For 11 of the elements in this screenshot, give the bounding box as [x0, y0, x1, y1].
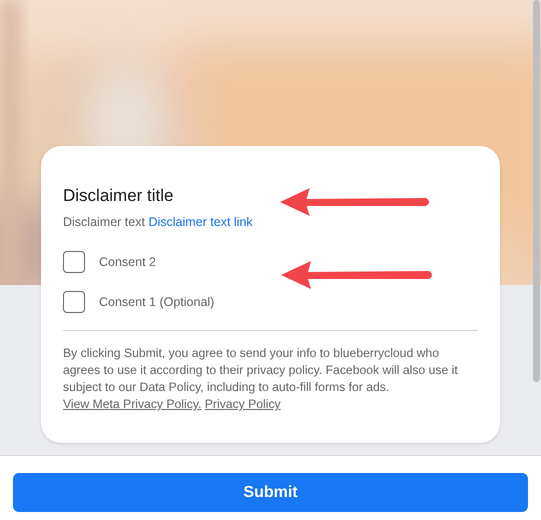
disclaimer-title: Disclaimer title — [63, 186, 174, 206]
submit-button[interactable]: Submit — [13, 473, 528, 512]
consent-checkbox[interactable] — [63, 251, 85, 273]
consent-label: Consent 1 (Optional) — [99, 294, 214, 311]
disclaimer-text: Disclaimer text Disclaimer text link — [63, 214, 254, 230]
consent-label: Consent 2 — [99, 254, 156, 271]
consent-checkbox[interactable] — [63, 291, 85, 313]
privacy-link[interactable]: View Meta Privacy Policy. — [63, 397, 202, 411]
legal-text: By clicking Submit, you agree to send your info to blueberrycloud who agrees to use it according to their privacy policy. Facebook will also use it subject to our Data Policy, including to auto-fill forms for ads. View Meta Privacy Policy. Privacy Policy — [63, 345, 459, 413]
disclaimer-link[interactable]: Disclaimer text link — [148, 215, 253, 229]
privacy-link[interactable]: Privacy Policy — [204, 397, 281, 411]
